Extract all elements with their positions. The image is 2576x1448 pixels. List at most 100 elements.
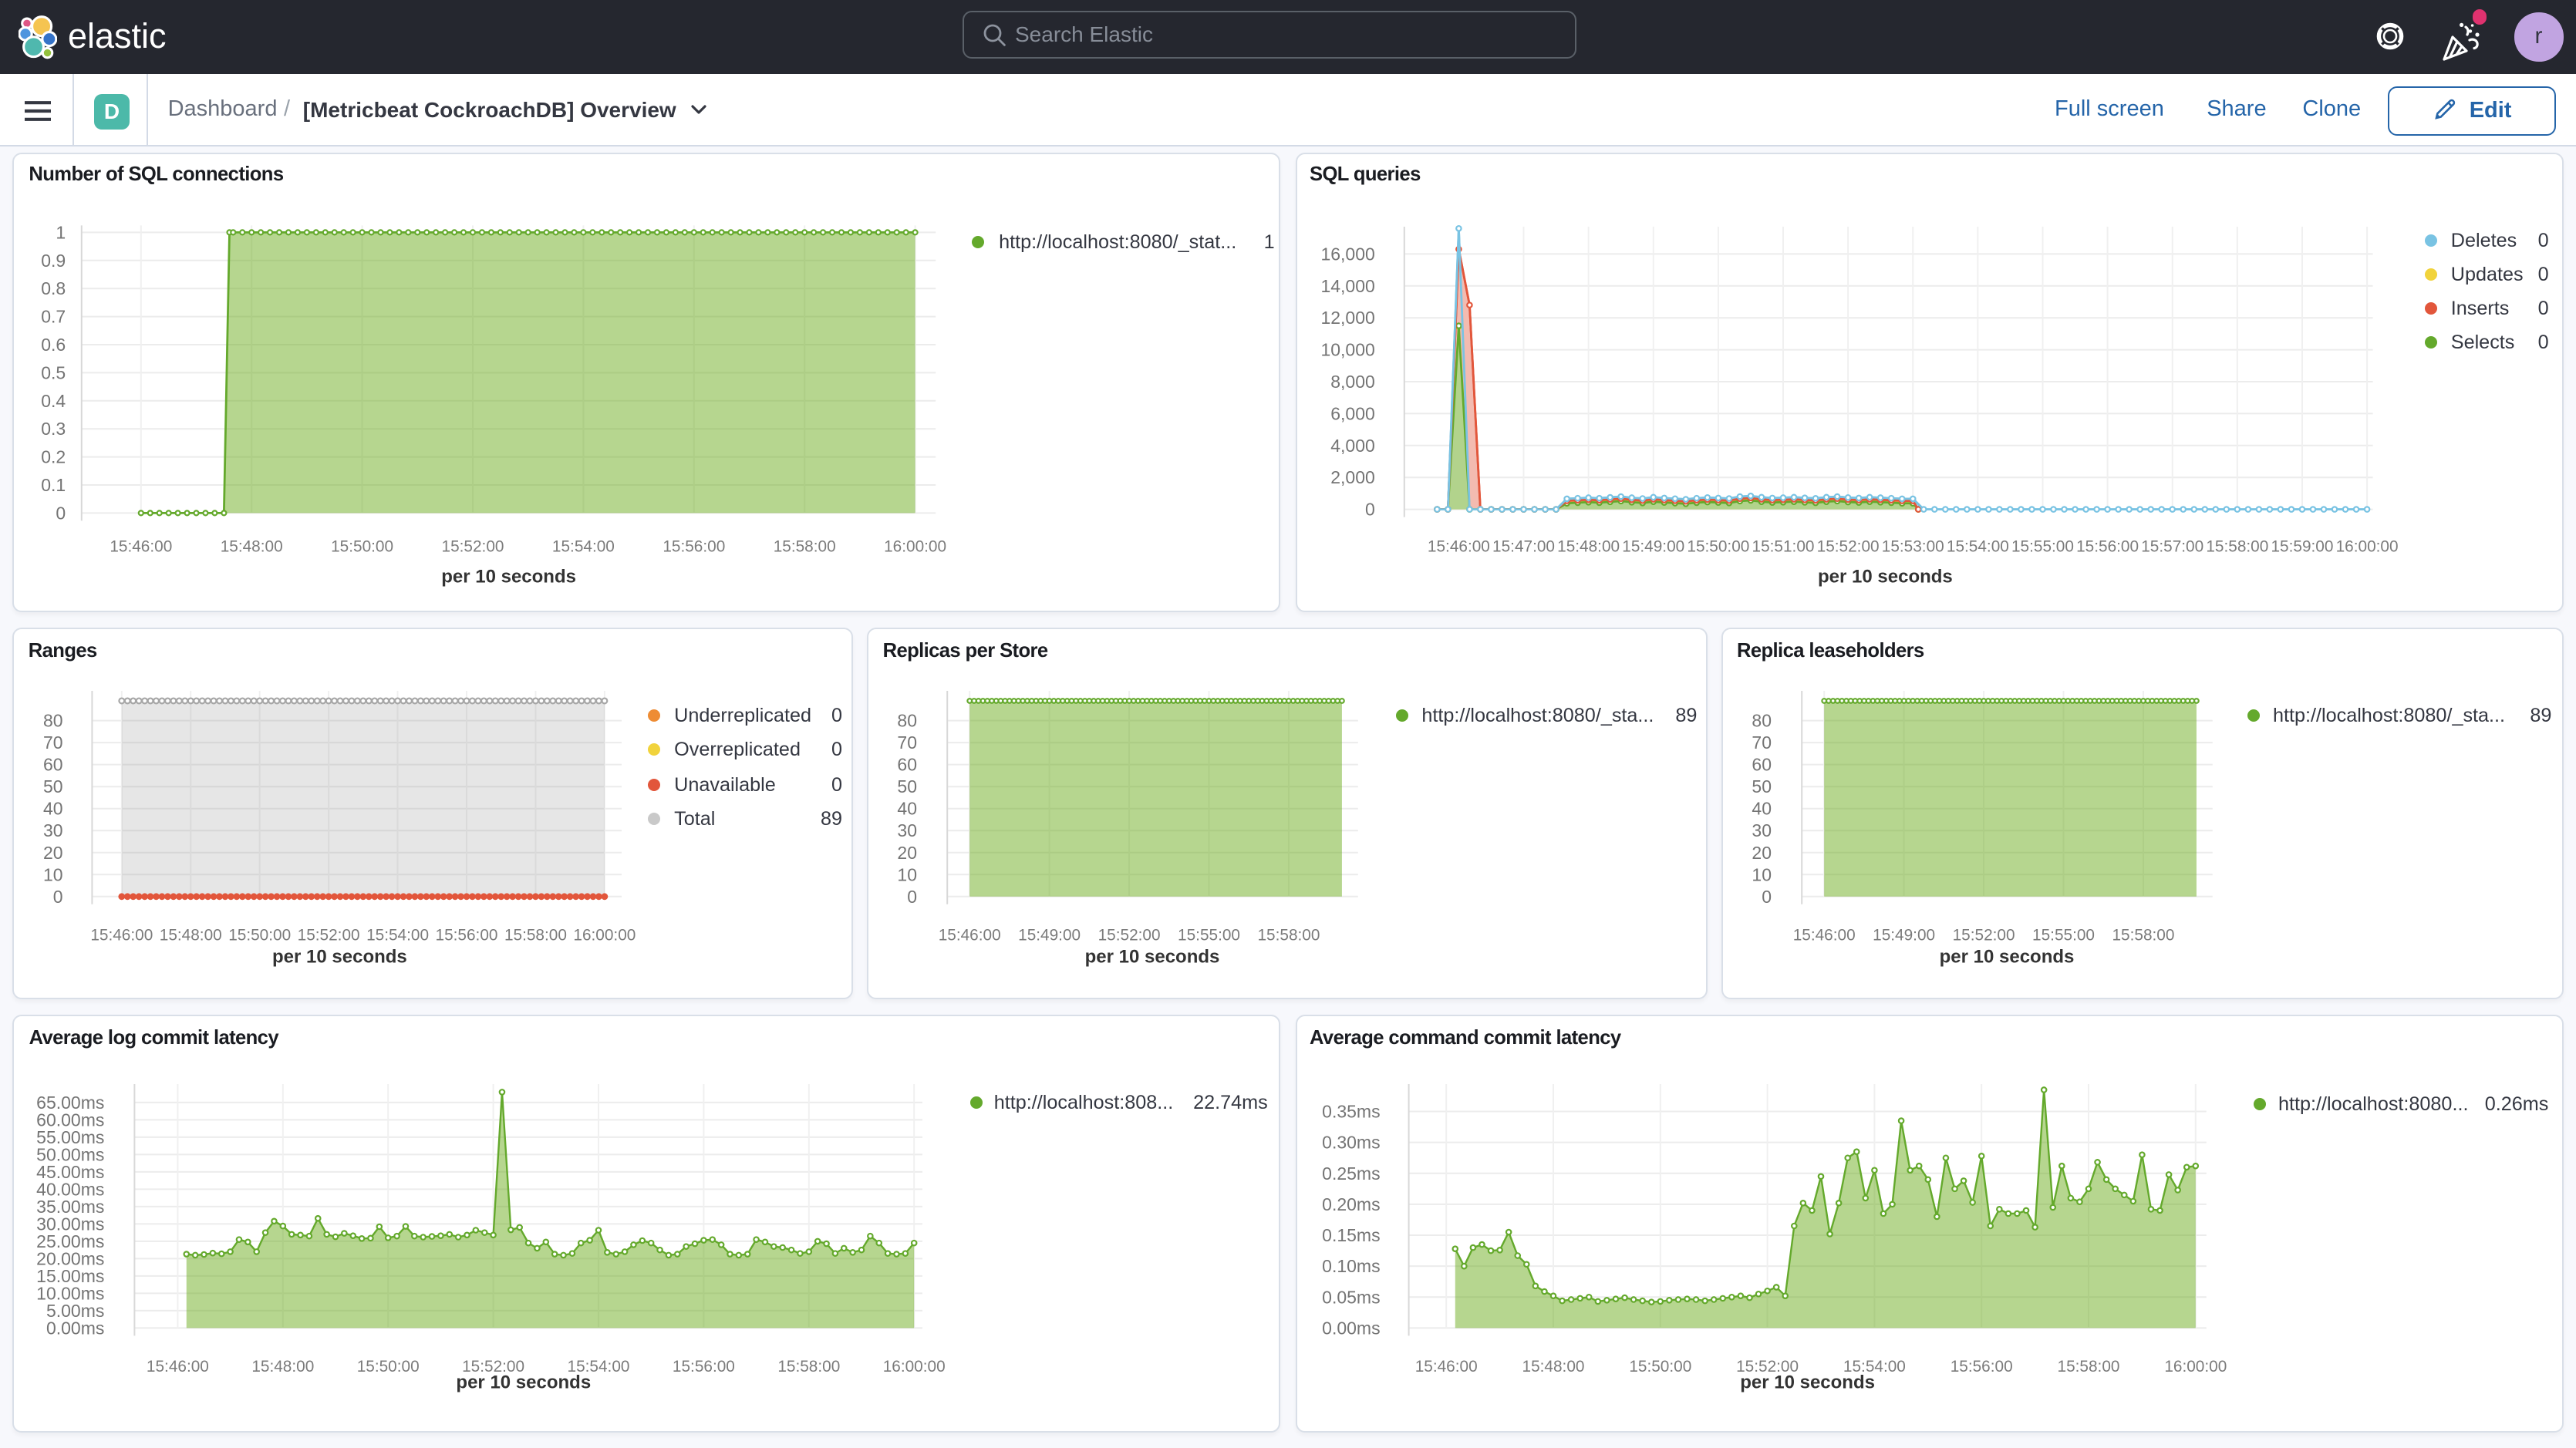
svg-text:15:50:00: 15:50:00	[1628, 1358, 1691, 1376]
svg-text:30: 30	[44, 820, 64, 840]
svg-text:15:52:00: 15:52:00	[1098, 926, 1161, 944]
svg-text:15:56:00: 15:56:00	[663, 537, 726, 555]
svg-text:15:52:00: 15:52:00	[1953, 926, 2015, 944]
svg-text:15:56:00: 15:56:00	[2075, 537, 2138, 555]
svg-text:0.2: 0.2	[42, 446, 66, 466]
svg-text:15:50:00: 15:50:00	[357, 1358, 420, 1376]
svg-text:80: 80	[1752, 711, 1772, 731]
svg-text:15:57:00: 15:57:00	[2140, 537, 2203, 555]
svg-text:0.15ms: 0.15ms	[1321, 1225, 1379, 1245]
svg-text:30: 30	[898, 820, 918, 840]
svg-text:4,000: 4,000	[1330, 435, 1374, 455]
svg-text:0: 0	[1364, 499, 1374, 519]
svg-text:per 10 seconds: per 10 seconds	[1739, 1372, 1874, 1393]
svg-text:15:48:00: 15:48:00	[1556, 537, 1619, 555]
svg-text:35.00ms: 35.00ms	[37, 1197, 105, 1217]
svg-text:15:50:00: 15:50:00	[1686, 537, 1748, 555]
svg-text:0.4: 0.4	[42, 390, 66, 410]
svg-text:80: 80	[44, 711, 64, 731]
svg-text:15:50:00: 15:50:00	[229, 926, 292, 944]
svg-text:70: 70	[1752, 732, 1772, 753]
svg-text:0.5: 0.5	[42, 362, 66, 382]
svg-text:30: 30	[1752, 820, 1772, 840]
svg-text:15:46:00: 15:46:00	[110, 537, 173, 555]
svg-text:50: 50	[1752, 776, 1772, 796]
svg-text:per 10 seconds: per 10 seconds	[1817, 566, 1952, 587]
svg-text:15:55:00: 15:55:00	[2032, 926, 2095, 944]
svg-text:0: 0	[908, 887, 918, 907]
svg-text:per 10 seconds: per 10 seconds	[457, 1372, 592, 1393]
svg-text:10: 10	[44, 864, 64, 884]
svg-text:16:00:00: 16:00:00	[574, 926, 636, 944]
svg-text:15.00ms: 15.00ms	[37, 1266, 105, 1286]
svg-text:15:56:00: 15:56:00	[673, 1358, 736, 1376]
svg-text:15:58:00: 15:58:00	[2112, 926, 2174, 944]
svg-text:45.00ms: 45.00ms	[37, 1162, 105, 1182]
svg-text:80: 80	[898, 711, 918, 731]
svg-text:15:46:00: 15:46:00	[1793, 926, 1856, 944]
svg-text:15:58:00: 15:58:00	[2205, 537, 2267, 555]
svg-text:per 10 seconds: per 10 seconds	[273, 947, 408, 968]
svg-text:15:55:00: 15:55:00	[2011, 537, 2073, 555]
svg-text:0.00ms: 0.00ms	[47, 1318, 105, 1338]
svg-text:15:54:00: 15:54:00	[1946, 537, 2008, 555]
svg-text:15:49:00: 15:49:00	[1873, 926, 1935, 944]
svg-text:2,000: 2,000	[1330, 467, 1374, 487]
svg-text:15:58:00: 15:58:00	[774, 537, 836, 555]
svg-text:6,000: 6,000	[1330, 403, 1374, 423]
svg-text:15:56:00: 15:56:00	[436, 926, 498, 944]
svg-text:15:49:00: 15:49:00	[1019, 926, 1081, 944]
svg-text:50: 50	[44, 776, 64, 796]
svg-text:15:48:00: 15:48:00	[1522, 1358, 1584, 1376]
svg-text:16:00:00: 16:00:00	[2335, 537, 2398, 555]
svg-text:65.00ms: 65.00ms	[37, 1093, 105, 1113]
svg-text:15:49:00: 15:49:00	[1621, 537, 1684, 555]
svg-text:55.00ms: 55.00ms	[37, 1127, 105, 1147]
svg-text:10: 10	[1752, 864, 1772, 884]
svg-text:15:47:00: 15:47:00	[1492, 537, 1554, 555]
svg-text:0: 0	[1762, 887, 1772, 907]
svg-text:10,000: 10,000	[1320, 339, 1374, 359]
svg-text:14,000: 14,000	[1320, 275, 1374, 295]
svg-text:20.00ms: 20.00ms	[37, 1248, 105, 1268]
svg-text:0.20ms: 0.20ms	[1321, 1194, 1379, 1214]
svg-text:20: 20	[1752, 843, 1772, 863]
svg-text:15:46:00: 15:46:00	[1427, 537, 1489, 555]
svg-text:0: 0	[56, 503, 66, 523]
svg-text:40.00ms: 40.00ms	[37, 1179, 105, 1199]
svg-text:25.00ms: 25.00ms	[37, 1231, 105, 1251]
svg-text:12,000: 12,000	[1320, 308, 1374, 328]
svg-text:15:58:00: 15:58:00	[2057, 1358, 2119, 1376]
svg-text:40: 40	[44, 799, 64, 819]
svg-text:16:00:00: 16:00:00	[2163, 1358, 2226, 1376]
svg-text:8,000: 8,000	[1330, 372, 1374, 392]
svg-text:0.25ms: 0.25ms	[1321, 1163, 1379, 1184]
svg-text:60: 60	[44, 755, 64, 775]
svg-text:0.35ms: 0.35ms	[1321, 1102, 1379, 1122]
svg-text:15:56:00: 15:56:00	[1950, 1358, 2012, 1376]
svg-text:15:46:00: 15:46:00	[939, 926, 1001, 944]
svg-text:15:52:00: 15:52:00	[1816, 537, 1879, 555]
svg-text:40: 40	[1752, 799, 1772, 819]
svg-text:15:48:00: 15:48:00	[221, 537, 283, 555]
svg-text:15:58:00: 15:58:00	[1258, 926, 1320, 944]
svg-text:15:50:00: 15:50:00	[332, 537, 394, 555]
svg-text:60: 60	[1752, 755, 1772, 775]
svg-text:15:54:00: 15:54:00	[367, 926, 430, 944]
svg-text:15:51:00: 15:51:00	[1752, 537, 1814, 555]
svg-text:15:52:00: 15:52:00	[298, 926, 360, 944]
svg-text:20: 20	[898, 843, 918, 863]
svg-text:50.00ms: 50.00ms	[37, 1144, 105, 1164]
svg-text:15:54:00: 15:54:00	[553, 537, 615, 555]
svg-text:0.8: 0.8	[42, 278, 66, 298]
svg-text:50: 50	[898, 776, 918, 796]
svg-text:60: 60	[898, 755, 918, 775]
svg-text:0.1: 0.1	[42, 475, 66, 495]
svg-text:15:46:00: 15:46:00	[147, 1358, 210, 1376]
svg-text:15:59:00: 15:59:00	[2270, 537, 2332, 555]
svg-text:15:55:00: 15:55:00	[1178, 926, 1240, 944]
svg-text:70: 70	[898, 732, 918, 753]
svg-text:20: 20	[44, 843, 64, 863]
svg-text:0.9: 0.9	[42, 250, 66, 270]
svg-text:15:46:00: 15:46:00	[91, 926, 153, 944]
